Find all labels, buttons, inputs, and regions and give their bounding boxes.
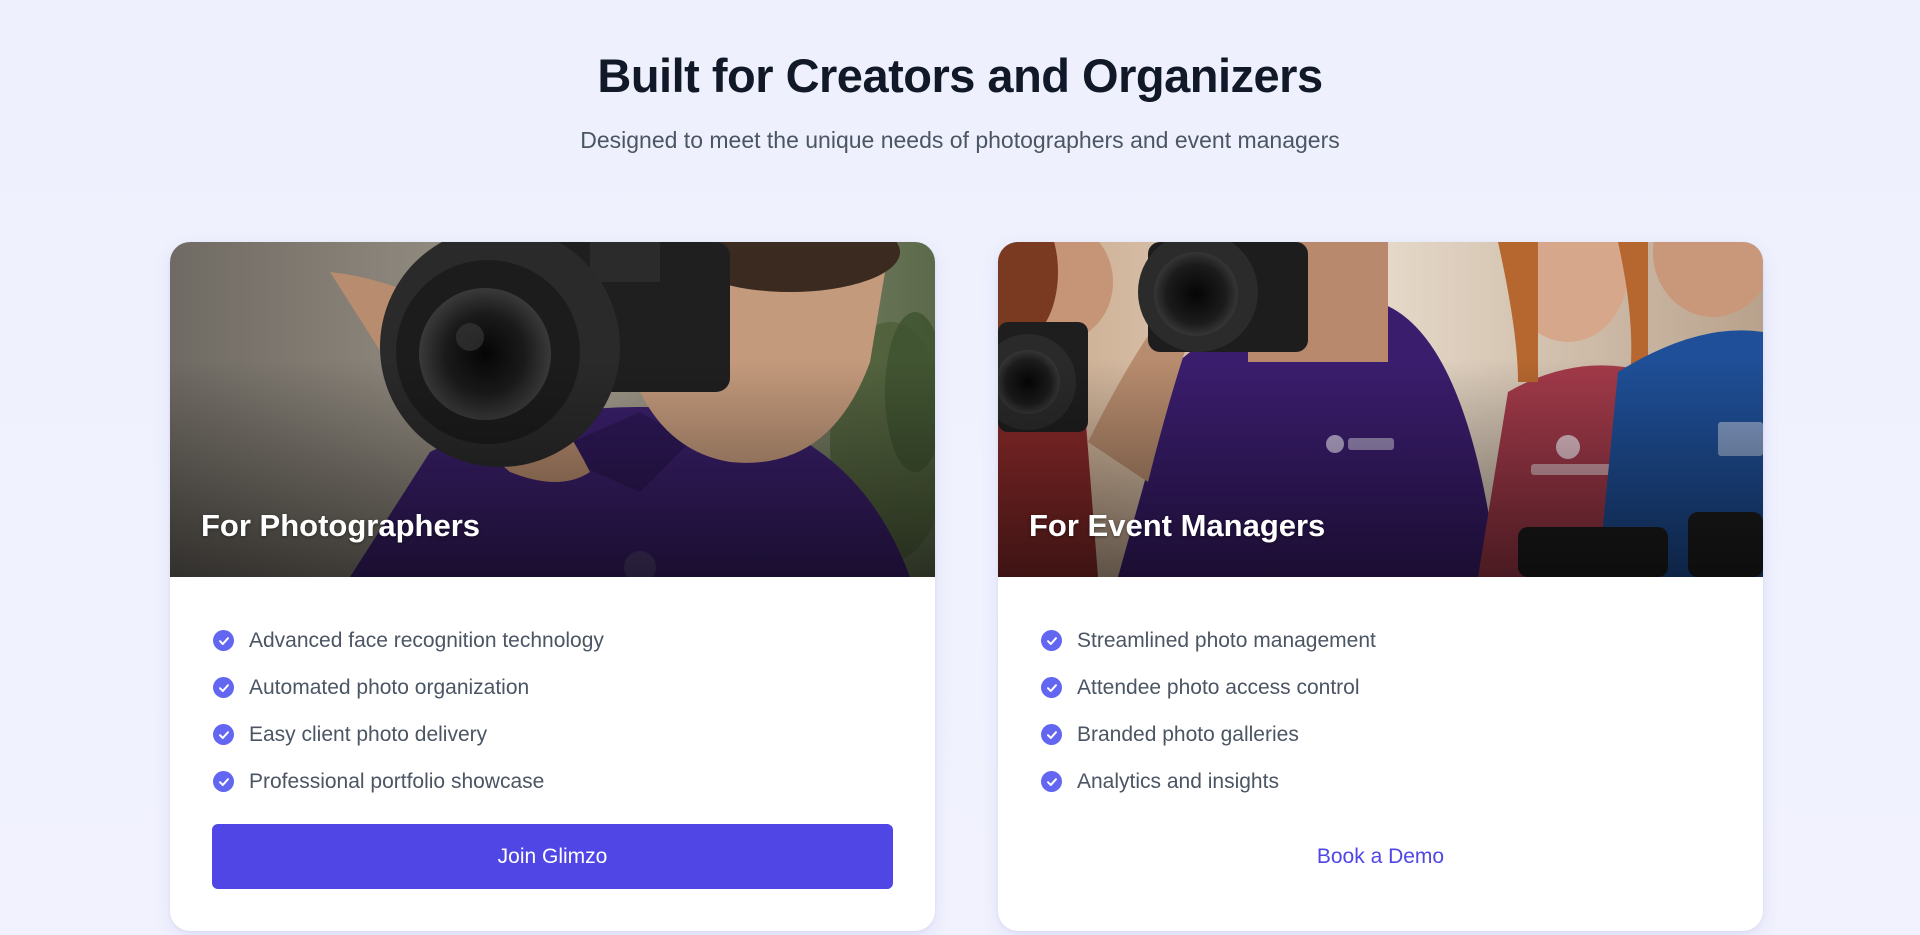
check-circle-icon xyxy=(1041,677,1062,698)
feature-text: Easy client photo delivery xyxy=(249,722,488,746)
feature-list: Advanced face recognition technology Aut… xyxy=(170,577,935,805)
photographers-card: For Photographers Advanced face recognit… xyxy=(170,242,935,931)
photographer-image: For Photographers xyxy=(170,242,935,577)
check-circle-icon xyxy=(213,724,234,745)
check-circle-icon xyxy=(213,630,234,651)
feature-text: Advanced face recognition technology xyxy=(249,628,604,652)
list-item: Streamlined photo management xyxy=(1041,617,1763,664)
section-title: Built for Creators and Organizers xyxy=(597,49,1323,102)
section-subtitle: Designed to meet the unique needs of pho… xyxy=(580,126,1340,153)
check-circle-icon xyxy=(213,771,234,792)
feature-text: Attendee photo access control xyxy=(1077,675,1360,699)
audience-cards: For Photographers Advanced face recognit… xyxy=(170,242,1763,931)
check-circle-icon xyxy=(213,677,234,698)
feature-list: Streamlined photo management Attendee ph… xyxy=(998,577,1763,805)
event-staff-image: For Event Managers xyxy=(998,242,1763,577)
check-circle-icon xyxy=(1041,724,1062,745)
list-item: Advanced face recognition technology xyxy=(213,617,935,664)
card-title: For Event Managers xyxy=(1029,508,1326,543)
feature-text: Streamlined photo management xyxy=(1077,628,1376,652)
feature-text: Branded photo galleries xyxy=(1077,722,1299,746)
check-circle-icon xyxy=(1041,771,1062,792)
event-managers-card: For Event Managers Streamlined photo man… xyxy=(998,242,1763,931)
section-header: Built for Creators and Organizers Design… xyxy=(0,0,1920,156)
list-item: Professional portfolio showcase xyxy=(213,758,935,805)
list-item: Analytics and insights xyxy=(1041,758,1763,805)
list-item: Automated photo organization xyxy=(213,664,935,711)
list-item: Branded photo galleries xyxy=(1041,711,1763,758)
check-circle-icon xyxy=(1041,630,1062,651)
card-title: For Photographers xyxy=(201,508,481,543)
feature-text: Professional portfolio showcase xyxy=(249,769,545,793)
book-a-demo-link[interactable]: Book a Demo xyxy=(1040,824,1721,889)
list-item: Easy client photo delivery xyxy=(213,711,935,758)
feature-text: Automated photo organization xyxy=(249,675,530,699)
feature-text: Analytics and insights xyxy=(1077,769,1279,793)
list-item: Attendee photo access control xyxy=(1041,664,1763,711)
join-glimzo-button[interactable]: Join Glimzo xyxy=(212,824,893,889)
